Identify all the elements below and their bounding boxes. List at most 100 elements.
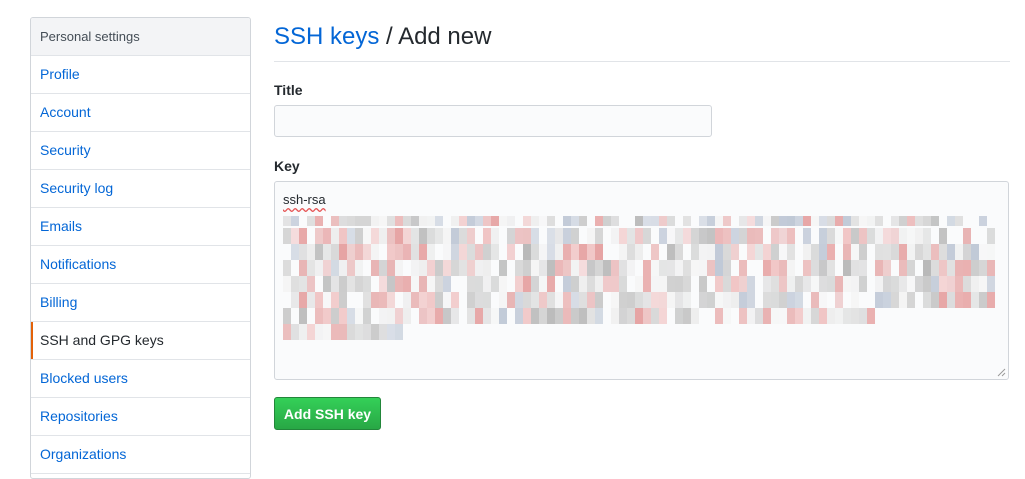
redaction-block [851, 276, 859, 292]
redaction-block [811, 308, 819, 324]
redaction-block [307, 260, 315, 276]
redaction-block [547, 276, 555, 292]
redaction-block [667, 216, 675, 226]
breadcrumb-ssh-keys-link[interactable]: SSH keys [274, 23, 379, 50]
redaction-block [379, 228, 387, 244]
redaction-block [355, 276, 363, 292]
redaction-block [587, 244, 595, 260]
redaction-block [875, 228, 883, 244]
redaction-block [515, 228, 523, 244]
redaction-block [755, 244, 763, 260]
redaction-block [467, 276, 475, 292]
redaction-block [771, 276, 779, 292]
redaction-block [947, 216, 955, 226]
redaction-block [795, 276, 803, 292]
redaction-block [875, 276, 883, 292]
redaction-block [803, 228, 811, 244]
sidebar-item-repositories[interactable]: Repositories [31, 398, 250, 436]
redaction-block [723, 244, 731, 260]
redaction-block [403, 228, 411, 244]
redaction-block [555, 260, 563, 276]
redaction-block [371, 228, 379, 244]
sidebar-item-profile[interactable]: Profile [31, 56, 250, 94]
redaction-block [819, 216, 827, 226]
redaction-block [979, 276, 987, 292]
redaction-block [571, 228, 579, 244]
redaction-block [955, 276, 963, 292]
redaction-block [403, 216, 411, 226]
redaction-block [803, 260, 811, 276]
redaction-block [835, 292, 843, 308]
redaction-block [683, 216, 691, 226]
redaction-block [787, 260, 795, 276]
redaction-block [523, 260, 531, 276]
redaction-block [459, 244, 467, 260]
redaction-block [923, 276, 931, 292]
redaction-block [323, 276, 331, 292]
redaction-block [723, 308, 731, 324]
resize-handle-icon[interactable] [996, 367, 1006, 377]
redaction-block [907, 292, 915, 308]
redaction-block [787, 244, 795, 260]
redaction-block [643, 276, 651, 292]
sidebar-item-billing[interactable]: Billing [31, 284, 250, 322]
redaction-block [379, 324, 387, 340]
redaction-block [531, 276, 539, 292]
redaction-block [307, 292, 315, 308]
redaction-block [779, 216, 787, 226]
redaction-block [747, 292, 755, 308]
redaction-block [891, 228, 899, 244]
redaction-block [651, 308, 659, 324]
redaction-block [355, 216, 363, 226]
sidebar-item-account[interactable]: Account [31, 94, 250, 132]
key-textarea[interactable]: ssh-rsa [274, 181, 1009, 380]
redaction-block [339, 228, 347, 244]
key-prefix-text: ssh-rsa [283, 192, 326, 207]
redaction-block [507, 244, 515, 260]
redaction-block [659, 216, 667, 226]
sidebar-item-notifications[interactable]: Notifications [31, 246, 250, 284]
redaction-block [747, 308, 755, 324]
redaction-block [467, 244, 475, 260]
redaction-block [675, 308, 683, 324]
redaction-block [427, 244, 435, 260]
redaction-block [907, 244, 915, 260]
redaction-block [435, 228, 443, 244]
sidebar-item-ssh-and-gpg-keys[interactable]: SSH and GPG keys [31, 322, 250, 360]
redaction-block [747, 228, 755, 244]
redaction-block [643, 216, 651, 226]
sidebar-item-security[interactable]: Security [31, 132, 250, 170]
redaction-block [491, 276, 499, 292]
redaction-block [627, 228, 635, 244]
redaction-block [563, 260, 571, 276]
redaction-block [643, 228, 651, 244]
redaction-block [779, 276, 787, 292]
sidebar-item-organizations[interactable]: Organizations [31, 436, 250, 474]
redaction-block [683, 276, 691, 292]
redaction-block [899, 228, 907, 244]
title-input[interactable] [274, 105, 712, 137]
sidebar-item-emails[interactable]: Emails [31, 208, 250, 246]
redaction-block [531, 308, 539, 324]
sidebar-item-blocked-users[interactable]: Blocked users [31, 360, 250, 398]
redaction-block [787, 216, 795, 226]
redaction-block [339, 244, 347, 260]
add-ssh-key-button[interactable]: Add SSH key [274, 397, 381, 430]
redaction-block [387, 228, 395, 244]
redaction-block [979, 244, 987, 260]
redaction-block [387, 216, 395, 226]
sidebar-item-security-log[interactable]: Security log [31, 170, 250, 208]
redaction-block [827, 216, 835, 226]
redaction-block [331, 324, 339, 340]
redaction-block [787, 292, 795, 308]
redaction-block [339, 292, 347, 308]
redaction-block [347, 276, 355, 292]
redaction-block [547, 260, 555, 276]
redaction-block [787, 276, 795, 292]
redaction-block [331, 292, 339, 308]
redaction-block [931, 276, 939, 292]
redaction-block [427, 228, 435, 244]
redaction-block [491, 228, 499, 244]
redaction-block [915, 244, 923, 260]
redaction-block [347, 324, 355, 340]
